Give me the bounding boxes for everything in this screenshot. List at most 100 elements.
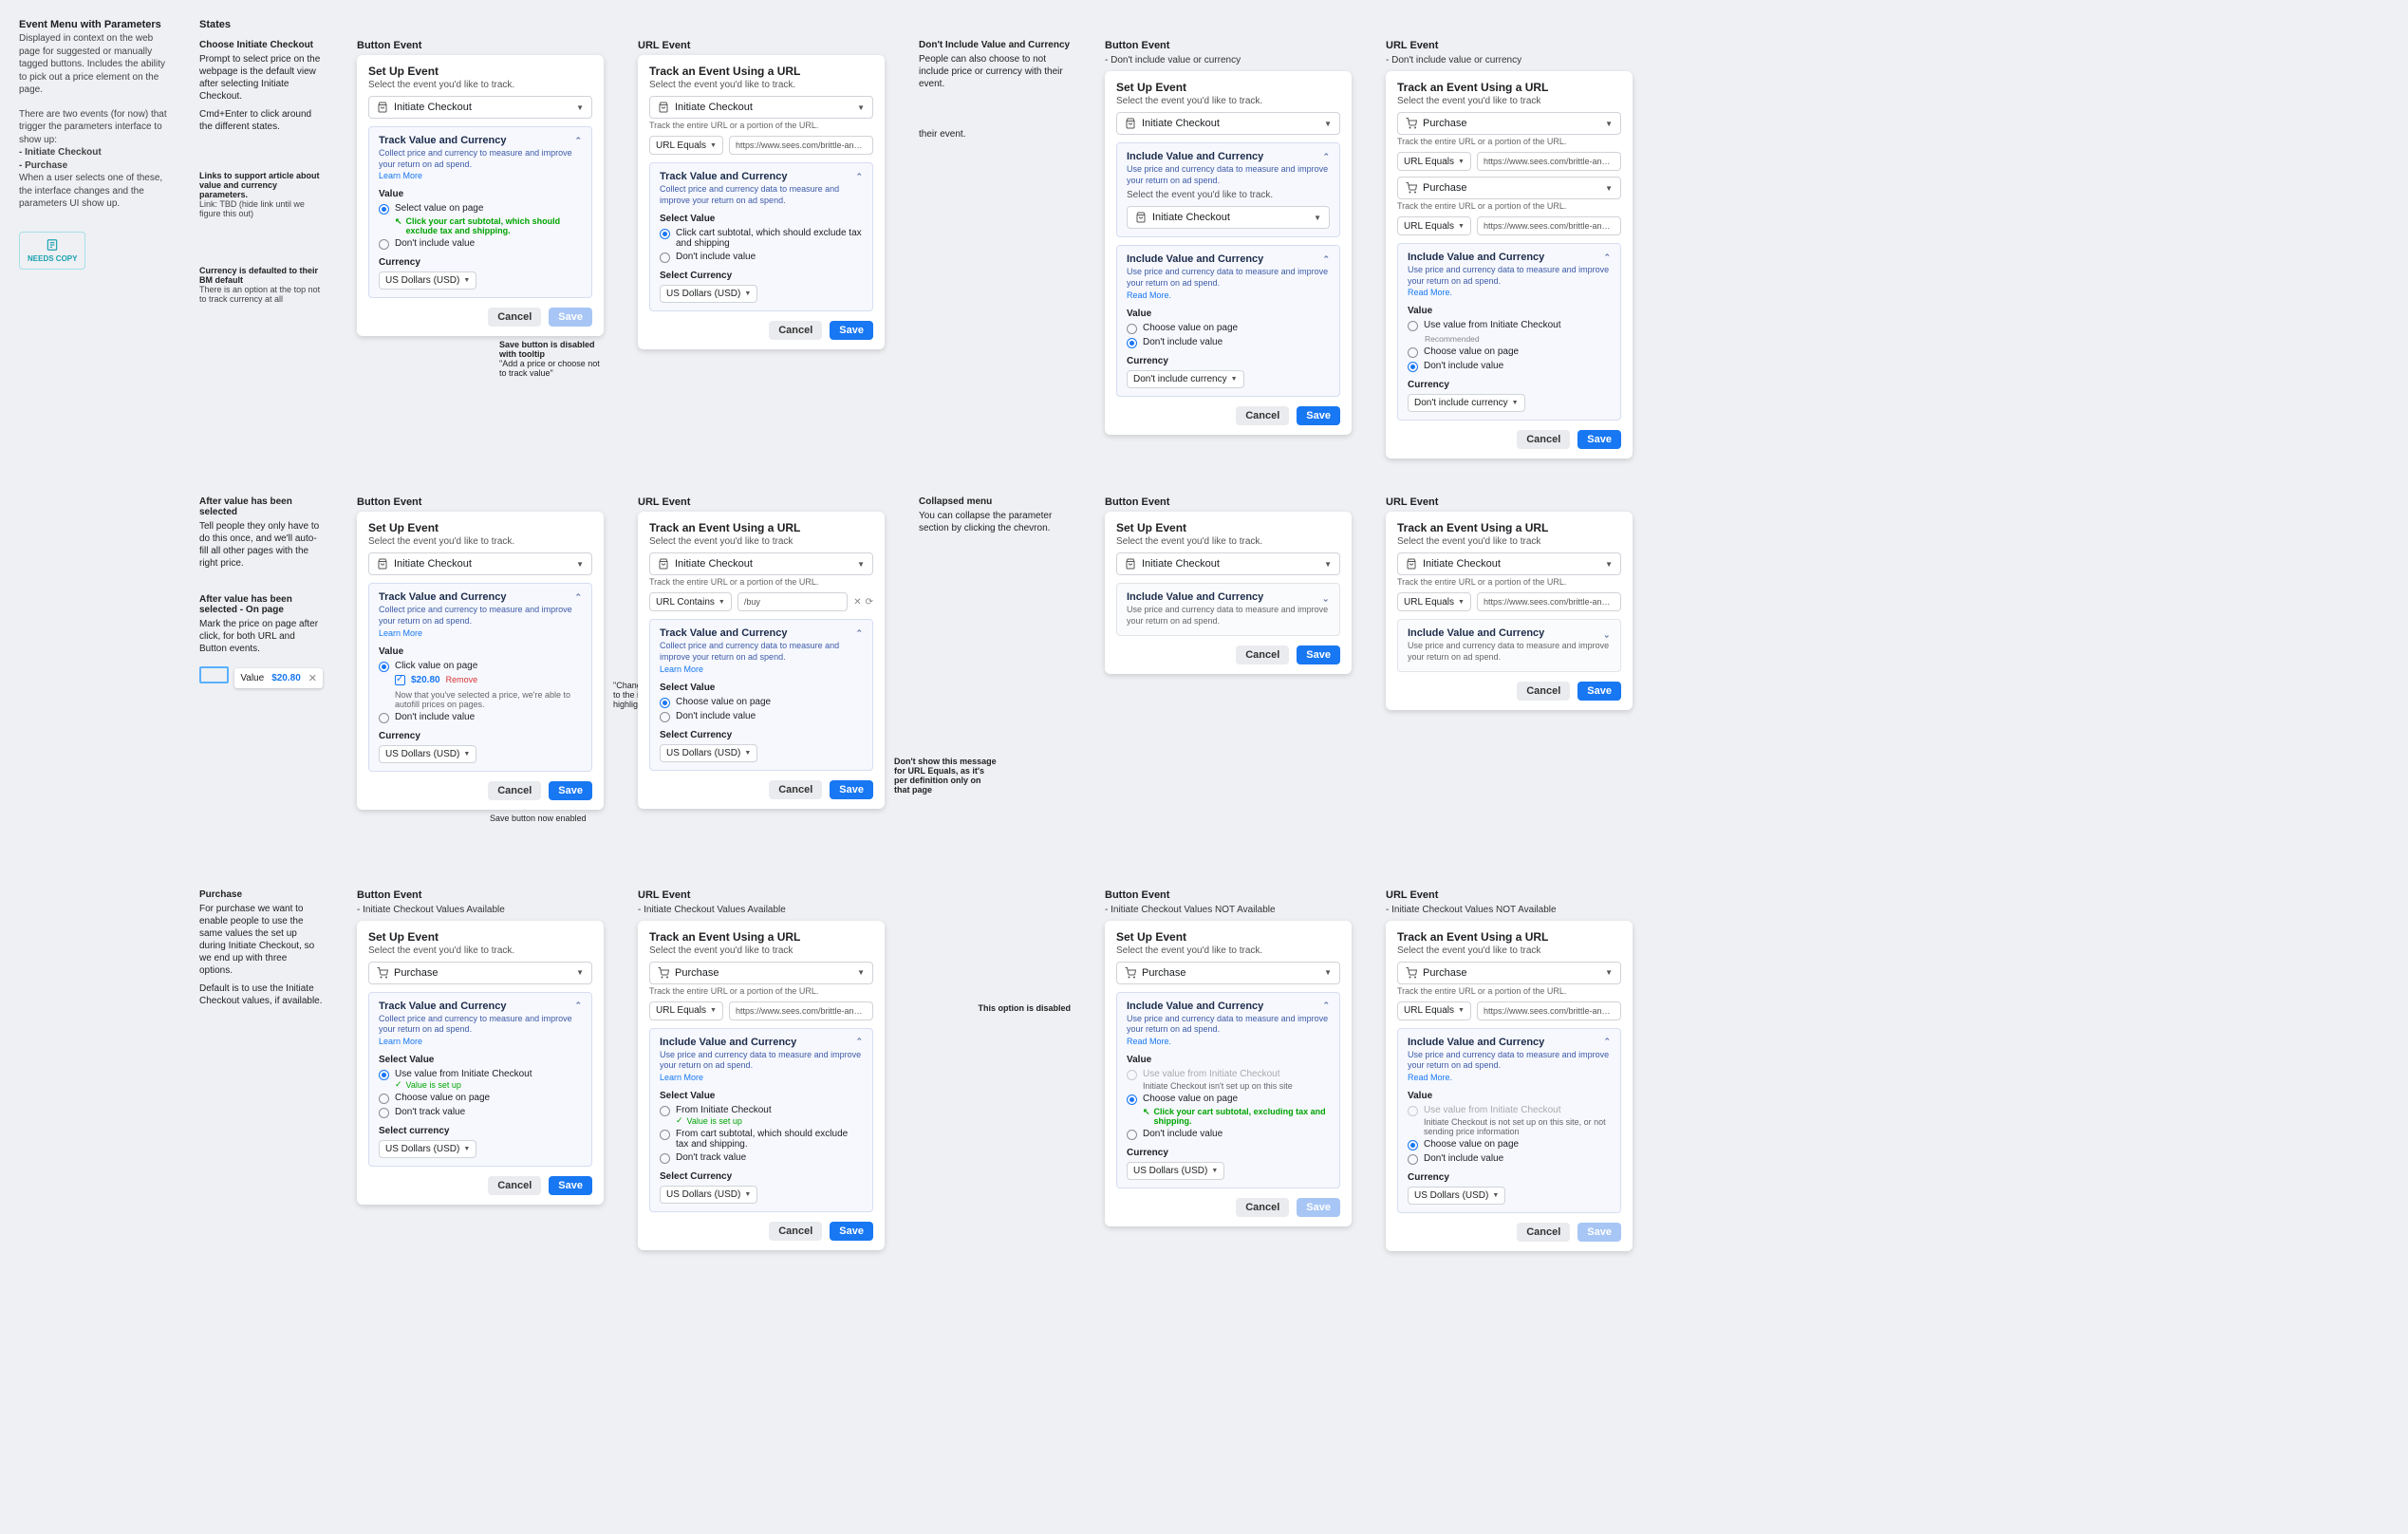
event-select[interactable]: Initiate Checkout ▼ (1116, 552, 1340, 575)
radio-dont-include[interactable]: Don't include value (379, 712, 582, 723)
event-select[interactable]: Purchase ▼ (1397, 112, 1621, 135)
radio-dont-include[interactable]: Don't include value (660, 711, 863, 722)
include-value-collapsed[interactable]: Include Value and Currency⌃ Use price an… (1397, 619, 1621, 671)
event-select[interactable]: Initiate Checkout ▼ (649, 96, 873, 119)
radio-dont-include[interactable]: Don't include value (660, 252, 863, 263)
cancel-button[interactable]: Cancel (488, 1176, 541, 1195)
cancel-button[interactable]: Cancel (1517, 430, 1570, 449)
cancel-button[interactable]: Cancel (769, 780, 822, 799)
radio-dont-include[interactable]: Don't include value (1127, 337, 1330, 348)
save-button[interactable]: Save (830, 780, 873, 799)
cancel-button[interactable]: Cancel (488, 781, 541, 800)
currency-select[interactable]: US Dollars (USD)▼ (379, 745, 476, 763)
radio-choose-on-page[interactable]: Choose value on page ↖ Click your cart s… (1127, 1094, 1330, 1126)
url-input[interactable]: https://www.sees.com/brittle-and-toffee/… (729, 1001, 873, 1020)
event-select[interactable]: Initiate Checkout ▼ (1397, 552, 1621, 575)
currency-select[interactable]: US Dollars (USD)▼ (379, 1140, 476, 1158)
save-button[interactable]: Save (830, 321, 873, 340)
radio-click-cart[interactable]: Click cart subtotal, which should exclud… (660, 228, 863, 249)
radio-dont-include[interactable]: Don't include value (379, 238, 582, 250)
currency-select[interactable]: US Dollars (USD)▼ (379, 271, 476, 290)
url-match-select[interactable]: URL Equals▼ (1397, 1001, 1471, 1020)
url-input[interactable]: https://www.sees.com/brittle-and-toffee/… (1477, 1001, 1621, 1020)
radio-select-on-page[interactable]: Select value on page ↖ Click your cart s… (379, 203, 582, 235)
save-button[interactable]: Save (1297, 406, 1340, 425)
learn-more-link[interactable]: Learn More (660, 664, 703, 674)
currency-select[interactable]: US Dollars (USD)▼ (660, 285, 757, 303)
radio-use-initiate[interactable]: Use value from Initiate Checkout ✓Value … (379, 1069, 582, 1090)
save-button[interactable]: Save (549, 1176, 592, 1195)
save-button[interactable]: Save (1577, 682, 1621, 701)
radio-choose-on-page[interactable]: Choose value on page (379, 1093, 582, 1104)
chevron-down-icon[interactable]: ⌃ (1603, 628, 1611, 639)
event-select-inner[interactable]: Initiate Checkout ▼ (1127, 206, 1330, 229)
radio-choose-on-page[interactable]: Choose value on page (660, 697, 863, 708)
read-more-link[interactable]: Read More. (1408, 288, 1452, 297)
include-value-collapsed[interactable]: Include Value and Currency⌃ Use price an… (1116, 583, 1340, 635)
cancel-button[interactable]: Cancel (1236, 406, 1289, 425)
radio-from-initiate[interactable]: From Initiate Checkout ✓Value is set up (660, 1105, 863, 1126)
read-more-link[interactable]: Read More. (1408, 1073, 1452, 1082)
radio-from-cart[interactable]: From cart subtotal, which should exclude… (660, 1129, 863, 1150)
radio-dont-include[interactable]: Don't include value (1127, 1129, 1330, 1140)
chevron-up-icon[interactable]: ⌃ (855, 172, 863, 182)
cancel-button[interactable]: Cancel (1517, 1223, 1570, 1242)
currency-select[interactable]: Don't include currency▼ (1408, 394, 1525, 412)
url-input[interactable]: https://www.sees.com/brittle-and-toffee/… (729, 136, 873, 155)
cancel-button[interactable]: Cancel (1236, 645, 1289, 664)
chevron-up-icon[interactable]: ⌃ (574, 136, 582, 146)
event-select[interactable]: Purchase ▼ (1397, 962, 1621, 984)
radio-dont-include[interactable]: Don't include value (1408, 1153, 1611, 1165)
radio-choose-on-page[interactable]: Choose value on page (1408, 346, 1611, 358)
remove-link[interactable]: Remove (446, 675, 478, 684)
chevron-up-icon[interactable]: ⌃ (1322, 152, 1330, 162)
refresh-icon[interactable]: ⟳ (866, 597, 873, 608)
cancel-button[interactable]: Cancel (769, 1222, 822, 1241)
radio-choose-on-page[interactable]: Choose value on page (1408, 1139, 1611, 1150)
cancel-button[interactable]: Cancel (488, 308, 541, 327)
url-input[interactable]: https://www.sees.com/brittle-and-toffee/… (1477, 592, 1621, 611)
event-select[interactable]: Initiate Checkout ▼ (1116, 112, 1340, 135)
clear-icon[interactable]: ✕ (853, 597, 861, 608)
currency-select[interactable]: US Dollars (USD)▼ (660, 744, 757, 762)
event-select[interactable]: Purchase ▼ (368, 962, 592, 984)
save-button[interactable]: Save (549, 781, 592, 800)
url-match-select[interactable]: URL Equals▼ (649, 1001, 723, 1020)
learn-more-link[interactable]: Learn More (660, 1073, 703, 1082)
radio-choose-on-page[interactable]: Choose value on page (1127, 323, 1330, 334)
read-more-link[interactable]: Read More. (1127, 290, 1171, 300)
event-select-2[interactable]: Purchase ▼ (1397, 177, 1621, 199)
learn-more-link[interactable]: Learn More (379, 171, 422, 180)
chevron-down-icon[interactable]: ⌃ (1322, 592, 1330, 603)
cancel-button[interactable]: Cancel (1517, 682, 1570, 701)
close-icon[interactable]: ✕ (308, 672, 317, 684)
radio-dont-track[interactable]: Don't track value (379, 1107, 582, 1118)
url-input[interactable]: /buy (737, 592, 848, 611)
currency-select[interactable]: US Dollars (USD)▼ (1127, 1162, 1224, 1180)
save-button[interactable]: Save (1577, 430, 1621, 449)
radio-use-initiate[interactable]: Use value from Initiate Checkout (1408, 320, 1611, 331)
event-select[interactable]: Initiate Checkout ▼ (368, 552, 592, 575)
learn-more-link[interactable]: Learn More (379, 628, 422, 638)
radio-dont-include[interactable]: Don't include value (1408, 361, 1611, 372)
url-match-select[interactable]: URL Equals▼ (1397, 152, 1471, 171)
url-match-select[interactable]: URL Equals▼ (1397, 216, 1471, 235)
currency-select[interactable]: US Dollars (USD)▼ (660, 1186, 757, 1204)
currency-select[interactable]: US Dollars (USD)▼ (1408, 1187, 1505, 1205)
currency-select[interactable]: Don't include currency▼ (1127, 370, 1244, 388)
learn-more-link[interactable]: Learn More (379, 1037, 422, 1046)
url-input[interactable]: https://www.sees.com/brittle-and-toffee/… (1477, 216, 1621, 235)
cancel-button[interactable]: Cancel (1236, 1198, 1289, 1217)
save-button[interactable]: Save (1297, 645, 1340, 664)
cancel-button[interactable]: Cancel (769, 321, 822, 340)
read-more-link[interactable]: Read More. (1127, 1037, 1171, 1046)
url-match-select[interactable]: URL Equals▼ (649, 136, 723, 155)
event-select[interactable]: Purchase ▼ (1116, 962, 1340, 984)
url-input[interactable]: https://www.sees.com/brittle-and-toffee/… (1477, 152, 1621, 171)
save-button[interactable]: Save (830, 1222, 873, 1241)
radio-dont-track[interactable]: Don't track value (660, 1152, 863, 1164)
radio-click-value[interactable]: Click value on page $20.80 Remove Now th… (379, 661, 582, 709)
event-select[interactable]: Purchase ▼ (649, 962, 873, 984)
url-match-select[interactable]: URL Equals▼ (1397, 592, 1471, 611)
url-match-select[interactable]: URL Contains▼ (649, 592, 732, 611)
